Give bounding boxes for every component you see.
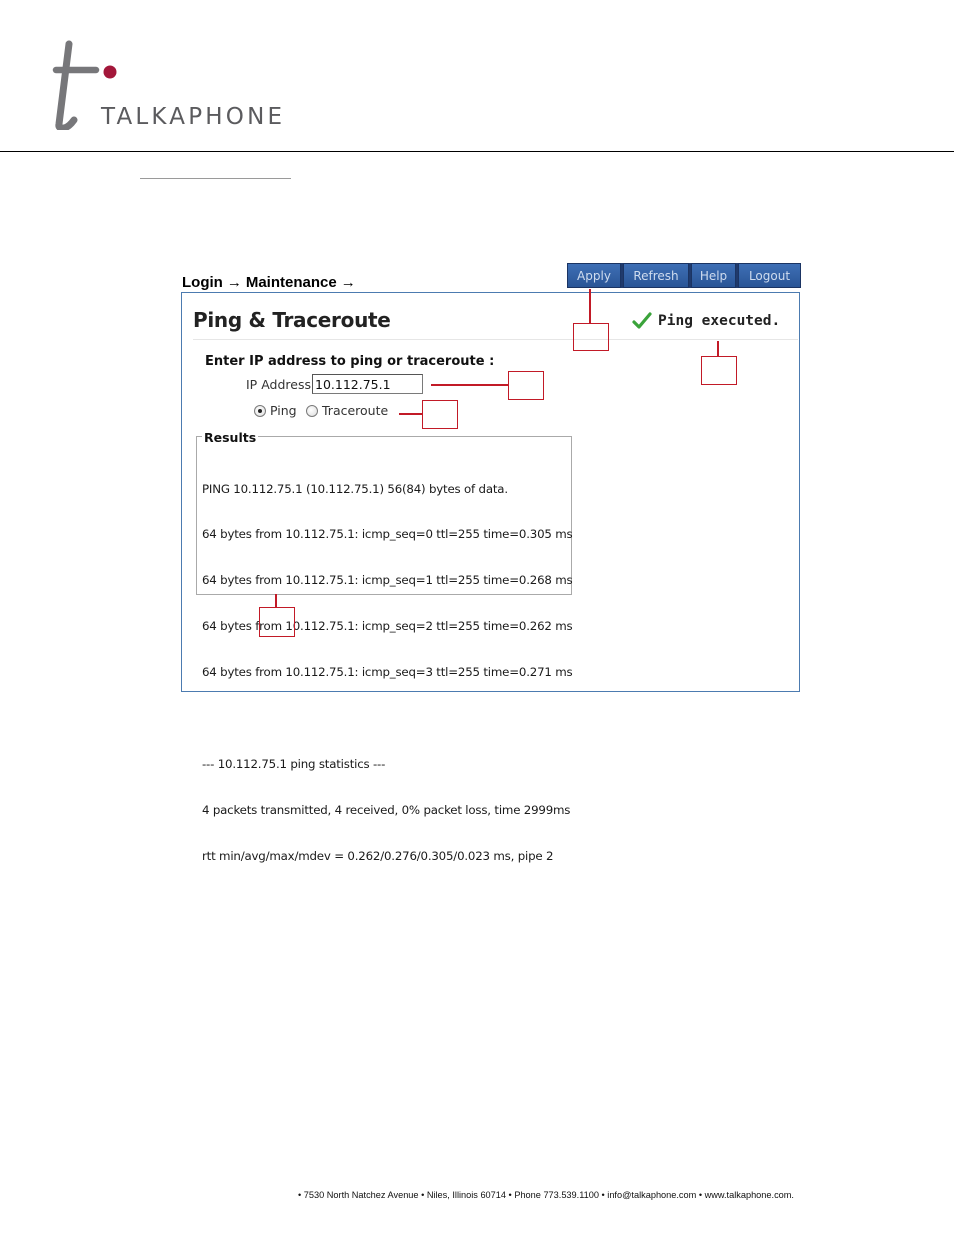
radio-ping[interactable]: Ping	[254, 403, 297, 418]
breadcrumb-item-login[interactable]: Login	[182, 274, 223, 291]
callout-leader-apply	[589, 289, 591, 324]
callout-leader-results	[275, 594, 277, 608]
callout-box-ip	[508, 371, 544, 400]
title-divider	[193, 339, 798, 340]
apply-button[interactable]: Apply	[567, 263, 621, 288]
radio-traceroute-label: Traceroute	[322, 403, 389, 418]
callout-leader-ip	[431, 384, 509, 386]
result-line: 64 bytes from 10.112.75.1: icmp_seq=3 tt…	[202, 665, 573, 680]
brand-name: TALKAPHONE	[101, 104, 286, 130]
checkmark-icon	[632, 312, 652, 329]
result-line: --- 10.112.75.1 ping statistics ---	[202, 756, 386, 771]
page-title: Ping & Traceroute	[193, 308, 391, 332]
toolbar: Apply Refresh Help Logout	[567, 263, 801, 288]
callout-box-apply	[573, 323, 609, 351]
result-line: 4 packets transmitted, 4 received, 0% pa…	[202, 802, 571, 817]
result-line: 64 bytes from 10.112.75.1: icmp_seq=2 tt…	[202, 619, 573, 634]
callout-leader-radio	[399, 413, 423, 415]
section-underline	[140, 178, 291, 179]
status-message: Ping executed.	[632, 312, 780, 330]
result-line: 64 bytes from 10.112.75.1: icmp_seq=1 tt…	[202, 573, 573, 588]
radio-ping-button[interactable]	[254, 404, 266, 417]
radio-ping-label: Ping	[270, 403, 297, 418]
result-line	[202, 711, 572, 726]
breadcrumb-item-maintenance[interactable]: Maintenance	[246, 274, 337, 291]
help-button[interactable]: Help	[691, 263, 736, 288]
breadcrumb: Login → Maintenance →	[182, 274, 360, 291]
radio-traceroute[interactable]: Traceroute	[306, 403, 388, 418]
breadcrumb-arrow: →	[226, 274, 242, 291]
results-output: PING 10.112.75.1 (10.112.75.1) 56(84) by…	[202, 451, 573, 879]
radio-traceroute-button[interactable]	[306, 404, 318, 417]
result-line: rtt min/avg/max/mdev = 0.262/0.276/0.305…	[202, 848, 554, 863]
ip-address-label: IP Address	[246, 377, 311, 392]
callout-box-status	[701, 356, 737, 385]
result-line: PING 10.112.75.1 (10.112.75.1) 56(84) by…	[202, 481, 508, 496]
results-legend: Results	[202, 430, 259, 445]
refresh-button[interactable]: Refresh	[623, 263, 689, 288]
ip-address-input[interactable]	[312, 374, 423, 394]
callout-leader-status	[717, 341, 719, 357]
breadcrumb-arrow: →	[340, 274, 356, 291]
header-divider	[0, 151, 954, 152]
callout-box-results	[259, 607, 295, 637]
status-text: Ping executed.	[658, 313, 781, 329]
form-heading: Enter IP address to ping or traceroute :	[205, 354, 495, 369]
result-line: 64 bytes from 10.112.75.1: icmp_seq=0 tt…	[202, 527, 573, 542]
callout-box-radio	[422, 400, 458, 429]
logout-button[interactable]: Logout	[738, 263, 801, 288]
footer-contact: • 7530 North Natchez Avenue • Niles, Ill…	[298, 1190, 794, 1200]
